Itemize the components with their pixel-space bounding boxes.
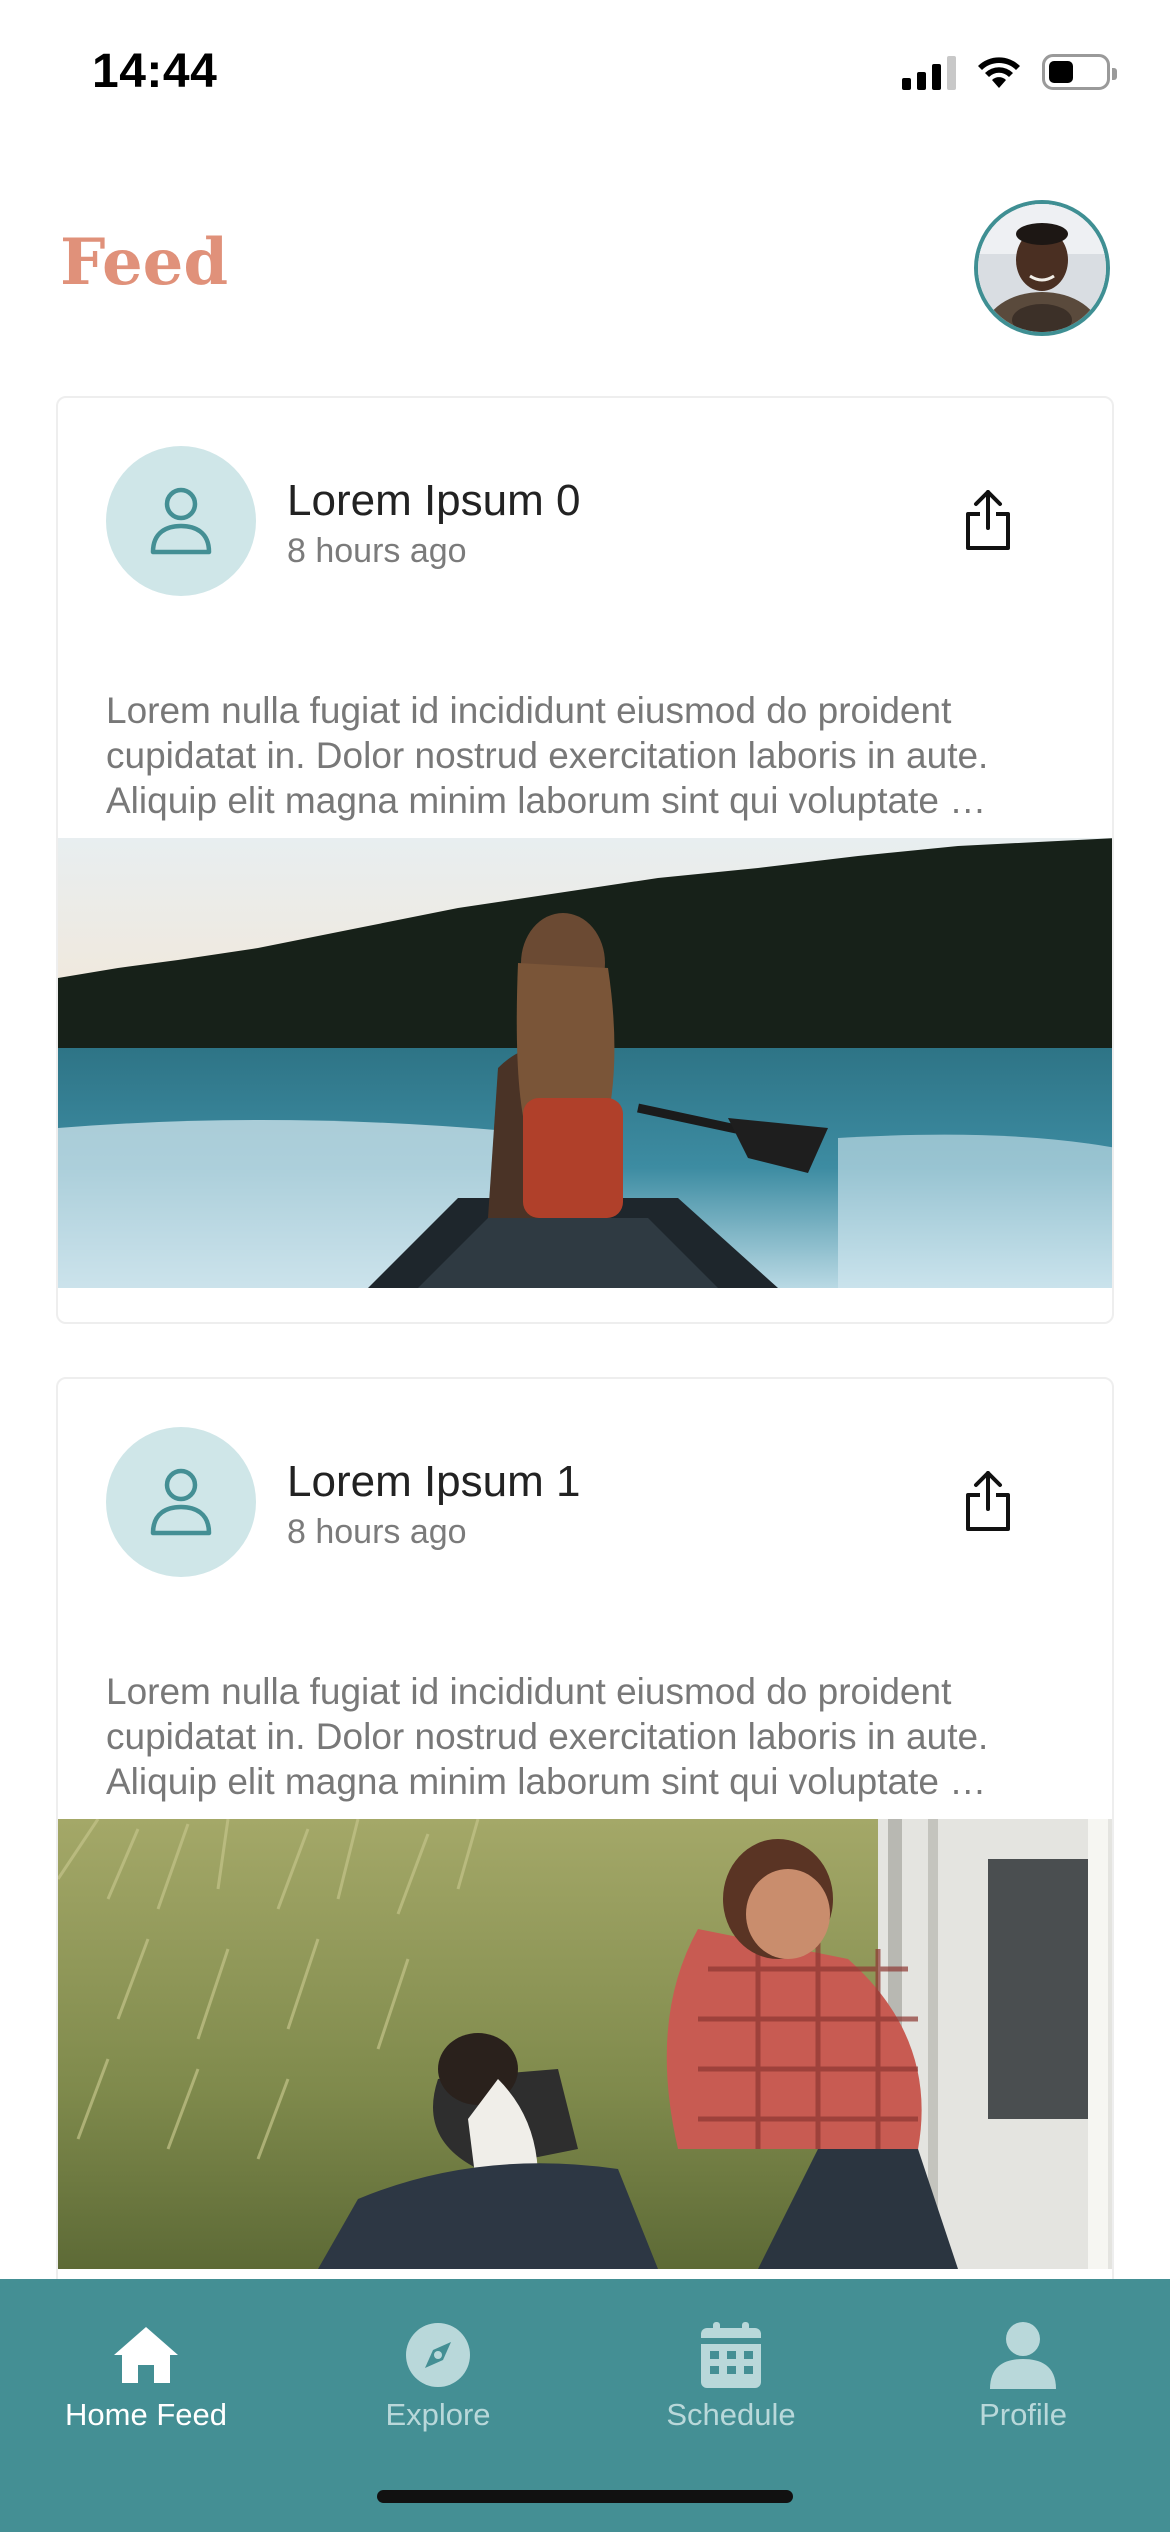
post-card[interactable]: Lorem Ipsum 0 8 hours ago Lorem nulla fu…	[56, 396, 1114, 1324]
share-button[interactable]	[958, 486, 1018, 556]
man-dog-grass-photo	[58, 1819, 1112, 2269]
cellular-signal-icon	[902, 54, 956, 90]
wifi-icon	[978, 57, 1020, 88]
profile-avatar[interactable]	[974, 200, 1110, 336]
share-icon	[966, 1471, 1010, 1531]
calendar-icon	[695, 2319, 767, 2391]
user-icon	[150, 487, 212, 555]
battery-level	[1049, 61, 1074, 83]
user-avatar[interactable]	[106, 446, 256, 596]
feed-screen: 14:44 Feed Lorem Ipsum 0 8 hours ago Lor…	[0, 0, 1170, 2532]
woman-canoe-lake-photo	[58, 838, 1112, 1288]
post-header: Lorem Ipsum 0 8 hours ago	[58, 398, 1112, 688]
post-image[interactable]	[58, 1819, 1112, 2269]
post-card[interactable]: Lorem Ipsum 1 8 hours ago Lorem nulla fu…	[56, 1377, 1114, 2307]
status-time: 14:44	[92, 45, 218, 98]
post-author[interactable]: Lorem Ipsum 0	[287, 476, 580, 526]
post-header: Lorem Ipsum 1 8 hours ago	[58, 1379, 1112, 1669]
tab-label: Schedule	[666, 2397, 796, 2432]
battery-icon	[1042, 54, 1117, 90]
home-icon	[110, 2319, 182, 2391]
tab-profile[interactable]: Profile	[877, 2279, 1169, 2469]
home-indicator[interactable]	[377, 2490, 793, 2503]
person-icon	[987, 2319, 1059, 2391]
post-timestamp: 8 hours ago	[287, 1513, 467, 1551]
tab-label: Home Feed	[65, 2397, 227, 2432]
post-timestamp: 8 hours ago	[287, 532, 467, 570]
post-image[interactable]	[58, 838, 1112, 1288]
share-icon	[966, 490, 1010, 550]
status-bar: 14:44	[0, 0, 1170, 140]
tab-home-feed[interactable]: Home Feed	[0, 2279, 292, 2469]
tab-label: Explore	[385, 2397, 491, 2432]
user-avatar[interactable]	[106, 1427, 256, 1577]
compass-icon	[402, 2319, 474, 2391]
tab-label: Profile	[979, 2397, 1067, 2432]
tab-explore[interactable]: Explore	[292, 2279, 584, 2469]
tab-schedule[interactable]: Schedule	[585, 2279, 877, 2469]
page-title: Feed	[60, 225, 229, 300]
post-author[interactable]: Lorem Ipsum 1	[287, 1457, 580, 1507]
post-text: Lorem nulla fugiat id incididunt eiusmod…	[106, 690, 989, 821]
user-icon	[150, 1468, 212, 1536]
share-button[interactable]	[958, 1467, 1018, 1537]
status-icons	[902, 54, 1117, 90]
post-text: Lorem nulla fugiat id incididunt eiusmod…	[106, 1671, 989, 1802]
